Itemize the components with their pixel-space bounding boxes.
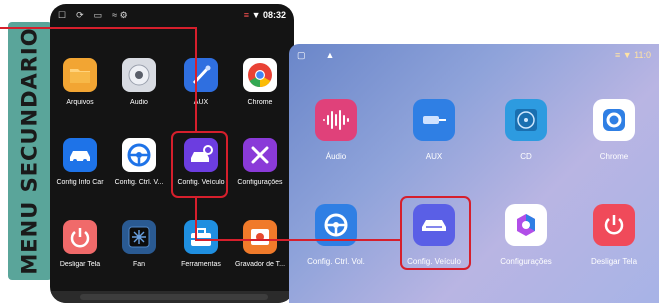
tablet-app-audio[interactable]: Áudio bbox=[293, 99, 379, 161]
app-configuracoes[interactable]: Configurações bbox=[230, 138, 290, 186]
tablet-app-cd[interactable]: CD bbox=[483, 99, 569, 161]
tablet-app-desligar-tela[interactable]: Desligar Tela bbox=[571, 204, 657, 266]
app-label: AUX bbox=[193, 99, 209, 106]
audio-icon bbox=[122, 58, 156, 92]
app-desligar-tela[interactable]: Desligar Tela bbox=[50, 220, 110, 268]
app-label: Desligar Tela bbox=[590, 257, 638, 266]
app-config-info-car[interactable]: Config Info Car bbox=[50, 138, 110, 186]
signal-icon: ≡ bbox=[243, 10, 250, 20]
window-icon: ☐ bbox=[58, 9, 67, 20]
window-icon: ▢ bbox=[297, 49, 306, 60]
app-config-ctrl-vol[interactable]: Config. Ctrl. V... bbox=[109, 138, 169, 186]
folder-icon bbox=[63, 58, 97, 92]
recorder-icon bbox=[243, 220, 277, 254]
tablet-app-configuracoes[interactable]: Configurações bbox=[483, 204, 569, 266]
settings-icon bbox=[505, 204, 547, 246]
app-label: Áudio bbox=[325, 152, 347, 161]
app-label: Config. Ctrl. Vol. bbox=[307, 257, 365, 266]
app-label: Configurações bbox=[237, 179, 283, 186]
phone-status-bar: ☐ ⟳ ▭ ≈ ⚙ ≡ ▼ 08:32 bbox=[50, 4, 294, 26]
tablet-highlight-box bbox=[400, 196, 471, 270]
toolbox-icon bbox=[184, 220, 218, 254]
app-label: Config Info Car bbox=[56, 179, 104, 186]
app-ferramentas[interactable]: Ferramentas bbox=[171, 220, 231, 268]
app-gravador[interactable]: Gravador de T... bbox=[230, 220, 290, 268]
car-info-icon bbox=[63, 138, 97, 172]
connector-line-down bbox=[195, 27, 197, 131]
steering-wheel-icon bbox=[122, 138, 156, 172]
connector-line-right bbox=[195, 239, 401, 241]
phone-nav-bar bbox=[50, 291, 294, 303]
app-label: Arquivos bbox=[66, 99, 94, 106]
banner-label: MENU SECUNDARIO bbox=[18, 27, 42, 275]
phone-highlight-box bbox=[171, 131, 228, 198]
app-label: Áudio bbox=[130, 99, 148, 106]
tools-icon bbox=[243, 138, 277, 172]
rotate-icon: ⟳ bbox=[76, 9, 84, 20]
screen-icon: ▭ bbox=[93, 9, 103, 20]
app-label: Gravador de T... bbox=[234, 261, 286, 268]
phone-clock: ≡ ▼ 08:32 bbox=[244, 10, 286, 20]
app-label: Fan bbox=[132, 261, 146, 268]
app-aux[interactable]: AUX bbox=[171, 58, 231, 106]
aux-cable-icon bbox=[184, 58, 218, 92]
power-icon bbox=[593, 204, 635, 246]
tablet-time: ≡ ▼ 11:0 bbox=[614, 50, 651, 60]
app-arquivos[interactable]: Arquivos bbox=[50, 58, 110, 106]
tablet-status-bar: ▢ ▲ ≡ ▼ 11:0 bbox=[289, 44, 659, 66]
app-label: Configurações bbox=[500, 257, 552, 266]
aux-cable-icon bbox=[413, 99, 455, 141]
app-label: CD bbox=[520, 152, 532, 161]
app-label: AUX bbox=[425, 152, 443, 161]
app-label: Config. Ctrl. V... bbox=[114, 179, 164, 186]
chrome-icon bbox=[593, 99, 635, 141]
notification-icon: ▲ bbox=[325, 50, 335, 60]
menu-secundario-banner: MENU SECUNDARIO bbox=[8, 22, 52, 280]
app-label: Ferramentas bbox=[181, 261, 221, 268]
nav-pill[interactable] bbox=[80, 294, 268, 300]
connector-line-top bbox=[0, 27, 196, 29]
phone-time: ▼ 08:32 bbox=[251, 10, 286, 20]
status-mid-icons: ≈ ⚙ bbox=[112, 9, 128, 20]
app-chrome[interactable]: Chrome bbox=[230, 58, 290, 106]
tablet-app-chrome[interactable]: Chrome bbox=[571, 99, 657, 161]
audio-wave-icon bbox=[315, 99, 357, 141]
app-audio[interactable]: Áudio bbox=[109, 58, 169, 106]
tablet-app-config-ctrl-vol[interactable]: Config. Ctrl. Vol. bbox=[293, 204, 379, 266]
app-fan[interactable]: Fan bbox=[109, 220, 169, 268]
app-label: Chrome bbox=[247, 99, 273, 106]
tablet-home-screen: ▢ ▲ ≡ ▼ 11:0 Áudio AUX CD Chrome Config.… bbox=[289, 44, 659, 303]
power-icon bbox=[63, 220, 97, 254]
app-label: Chrome bbox=[599, 152, 629, 161]
tablet-app-aux[interactable]: AUX bbox=[391, 99, 477, 161]
cd-icon bbox=[505, 99, 547, 141]
connector-line-down-2 bbox=[195, 198, 197, 240]
chrome-icon bbox=[243, 58, 277, 92]
fan-icon bbox=[122, 220, 156, 254]
app-label: Desligar Tela bbox=[59, 261, 101, 268]
